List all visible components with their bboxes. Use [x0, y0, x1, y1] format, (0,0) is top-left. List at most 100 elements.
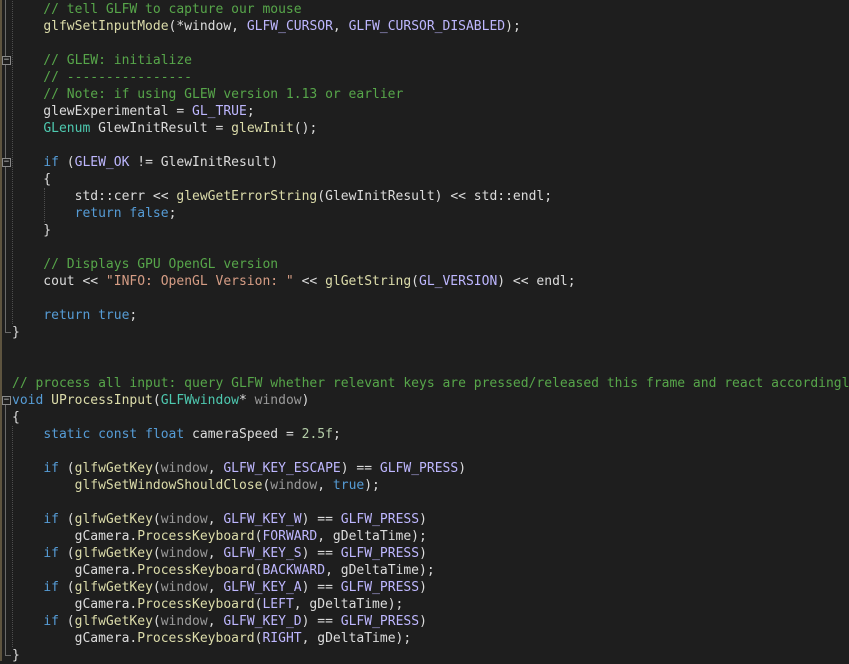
- code-line[interactable]: // Displays GPU OpenGL version: [12, 256, 278, 273]
- code-token: (*window,: [168, 19, 247, 34]
- code-line[interactable]: {: [12, 409, 20, 426]
- code-token: , gDeltaTime);: [317, 529, 427, 544]
- code-token: {: [12, 172, 52, 187]
- code-token: <<: [293, 274, 326, 289]
- code-line[interactable]: {: [12, 171, 51, 188]
- code-token: glfwGetKey: [74, 546, 153, 561]
- code-line[interactable]: return false;: [12, 205, 177, 222]
- code-line[interactable]: // process all input: query GLFW whether…: [12, 375, 849, 392]
- code-line[interactable]: }: [12, 222, 51, 239]
- code-token: glfwSetInputMode: [43, 19, 169, 34]
- code-token: (: [152, 461, 161, 476]
- code-token: ): [458, 461, 467, 476]
- code-token: // process all input: query GLFW whether…: [12, 376, 849, 391]
- code-token: glewInit: [231, 121, 294, 136]
- collapse-icon[interactable]: −: [2, 158, 11, 167]
- code-token: // Note: if using GLEW version 1.13 or e…: [12, 87, 404, 102]
- code-token: // GLEW: initialize: [12, 53, 193, 68]
- collapse-icon[interactable]: −: [2, 56, 11, 65]
- code-token: ,: [332, 19, 349, 34]
- code-token: BACKWARD: [262, 563, 326, 578]
- code-token: ,: [207, 580, 224, 595]
- code-token: std::cerr <<: [12, 189, 177, 204]
- code-token: (: [152, 580, 161, 595]
- code-token: return: [43, 308, 91, 323]
- code-line[interactable]: if (glfwGetKey(window, GLFW_KEY_W) == GL…: [12, 511, 427, 528]
- code-line[interactable]: void UProcessInput(GLFWwindow* window): [12, 392, 309, 409]
- code-line[interactable]: }: [12, 324, 20, 341]
- code-line[interactable]: glfwSetWindowShouldClose(window, true);: [12, 477, 380, 494]
- code-token: cameraSpeed =: [184, 427, 302, 442]
- code-token: (: [152, 546, 161, 561]
- code-line[interactable]: if (glfwGetKey(window, GLFW_KEY_ESCAPE) …: [12, 460, 466, 477]
- code-token: GLFW_KEY_ESCAPE: [223, 461, 341, 476]
- code-line[interactable]: }: [12, 647, 20, 664]
- outline-end-tick: [5, 332, 11, 333]
- code-token: gCamera.: [12, 563, 138, 578]
- code-line[interactable]: gCamera.ProcessKeyboard(BACKWARD, gDelta…: [12, 562, 435, 579]
- code-line[interactable]: GLenum GlewInitResult = glewInit();: [12, 120, 317, 137]
- code-line[interactable]: // ----------------: [12, 69, 192, 86]
- code-token: {: [12, 410, 20, 425]
- code-line[interactable]: gCamera.ProcessKeyboard(FORWARD, gDeltaT…: [12, 528, 427, 545]
- code-token: gCamera.: [12, 597, 138, 612]
- code-token: GLFW_PRESS: [340, 546, 420, 561]
- code-token: void: [12, 393, 44, 408]
- code-token: (: [58, 614, 75, 629]
- code-token: cout <<: [12, 274, 106, 289]
- code-line[interactable]: // GLEW: initialize: [12, 52, 192, 69]
- code-token: (: [411, 274, 419, 289]
- code-line[interactable]: if (glfwGetKey(window, GLFW_KEY_D) == GL…: [12, 613, 427, 630]
- code-line[interactable]: if (glfwGetKey(window, GLFW_KEY_S) == GL…: [12, 545, 427, 562]
- code-token: true: [332, 478, 365, 493]
- code-line[interactable]: // tell GLFW to capture our mouse: [12, 1, 301, 18]
- code-token: window: [160, 512, 208, 527]
- code-token: GLFW_CURSOR: [246, 19, 333, 34]
- code-line[interactable]: glewExperimental = GL_TRUE;: [12, 103, 254, 120]
- code-token: RIGHT: [262, 631, 302, 646]
- code-line[interactable]: return true;: [12, 307, 137, 324]
- code-token: != GlewInitResult): [129, 155, 279, 170]
- code-line[interactable]: glfwSetInputMode(*window, GLFW_CURSOR, G…: [12, 18, 520, 35]
- code-token: GLFW_KEY_W: [223, 512, 302, 527]
- code-token: , gDeltaTime);: [325, 563, 435, 578]
- code-token: GLFW_CURSOR_DISABLED: [348, 19, 506, 34]
- code-token: ) << endl;: [497, 274, 576, 289]
- code-line[interactable]: gCamera.ProcessKeyboard(LEFT, gDeltaTime…: [12, 596, 404, 613]
- code-line[interactable]: if (GLEW_OK != GlewInitResult): [12, 154, 278, 171]
- code-token: ,: [207, 512, 224, 527]
- code-token: GLFW_KEY_A: [223, 580, 302, 595]
- code-line[interactable]: static const float cameraSpeed = 2.5f;: [12, 426, 341, 443]
- code-line[interactable]: cout << "INFO: OpenGL Version: " << glGe…: [12, 273, 576, 290]
- code-token: GlewInitResult =: [90, 121, 232, 136]
- code-line[interactable]: gCamera.ProcessKeyboard(RIGHT, gDeltaTim…: [12, 630, 412, 647]
- code-token: GLFW_PRESS: [379, 461, 459, 476]
- code-token: if: [43, 512, 59, 527]
- collapse-icon[interactable]: −: [2, 396, 11, 405]
- code-line[interactable]: // Note: if using GLEW version 1.13 or e…: [12, 86, 403, 103]
- code-token: ;: [332, 427, 341, 442]
- code-token: glfwGetKey: [74, 614, 153, 629]
- code-token: glewGetErrorString: [176, 189, 318, 204]
- code-token: glfwGetKey: [74, 580, 153, 595]
- code-token: );: [364, 478, 380, 493]
- code-token: ,: [317, 478, 333, 493]
- code-editor[interactable]: − − − // tell GLFW to capture our mouse gl…: [0, 0, 849, 664]
- code-token: // ----------------: [12, 70, 193, 85]
- code-token: window: [160, 546, 208, 561]
- code-token: (: [58, 155, 75, 170]
- code-token: ,: [207, 546, 224, 561]
- code-token: GLenum: [43, 121, 91, 136]
- code-token: ProcessKeyboard: [137, 631, 255, 646]
- code-line[interactable]: std::cerr << glewGetErrorString(GlewInit…: [12, 188, 552, 205]
- code-line[interactable]: if (glfwGetKey(window, GLFW_KEY_A) == GL…: [12, 579, 427, 596]
